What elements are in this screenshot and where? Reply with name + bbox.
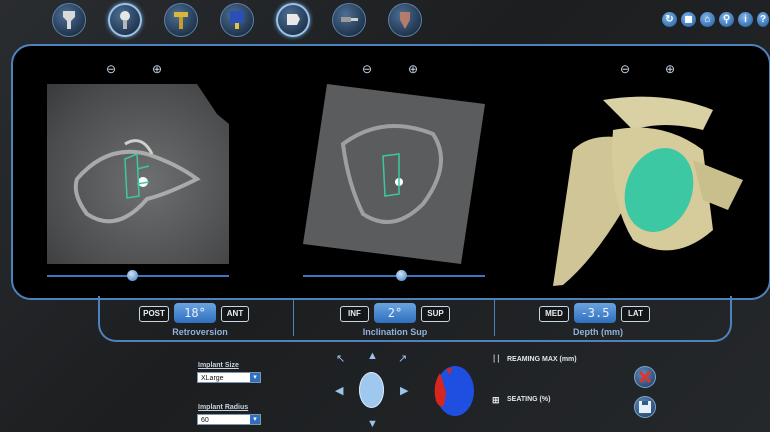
lat-button[interactable]: LAT — [621, 306, 650, 322]
inf-button[interactable]: INF — [340, 306, 369, 322]
info-button[interactable]: i — [738, 12, 753, 27]
coronal-slice-slider-track[interactable] — [303, 275, 485, 277]
camera-icon: ◼ — [684, 14, 693, 25]
reamer-tool-icon — [174, 12, 188, 29]
move-up-arrow-icon[interactable]: ▲ — [367, 350, 378, 362]
implant-size-select[interactable]: XLarge ▾ — [197, 372, 261, 383]
implant-radius-label: Implant Radius — [198, 404, 249, 411]
implant-radius-value: 60 — [201, 417, 209, 424]
reamer-tool-button[interactable] — [164, 3, 198, 37]
retroversion-value: 18° — [174, 303, 216, 323]
save-button[interactable] — [634, 396, 656, 418]
retroversion-label: Retroversion — [172, 327, 228, 337]
inclination-label: Inclination Sup — [362, 327, 428, 337]
seating-label: SEATING (%) — [507, 396, 551, 403]
glenoid-view-tool-icon — [287, 14, 300, 25]
post-button[interactable]: POST — [139, 306, 169, 322]
coronal-zoom-in-button[interactable]: ⊕ — [408, 62, 422, 76]
depth-label: Depth (mm) — [573, 327, 623, 337]
implant-size-value: XLarge — [201, 375, 224, 382]
glenoid-preview-shape — [359, 372, 384, 408]
chevron-down-icon: ▾ — [250, 415, 260, 424]
panel-divider — [293, 300, 294, 336]
chevron-down-icon: ▾ — [250, 373, 260, 382]
rotate-left-up-arrow-icon[interactable]: ↖ — [336, 352, 345, 365]
drill-tool-icon — [341, 17, 358, 22]
axial-slice-slider-thumb[interactable] — [127, 270, 139, 281]
zoom-out-icon: ⊖ — [362, 62, 373, 76]
scapula-3d-model[interactable] — [553, 90, 753, 286]
zoom-in-icon: ⊕ — [152, 62, 163, 76]
zoom-in-icon: ⊕ — [665, 62, 676, 76]
3d-zoom-in-button[interactable]: ⊕ — [665, 62, 679, 76]
seating-map — [434, 366, 474, 416]
rotate-right-up-arrow-icon[interactable]: ↗ — [398, 352, 407, 365]
implant-radius-select[interactable]: 60 ▾ — [197, 414, 261, 425]
shoulder-model-tool-button[interactable] — [388, 3, 422, 37]
refresh-icon: ↻ — [665, 14, 674, 25]
home-button[interactable]: ⌂ — [700, 12, 715, 27]
implant-size-label: Implant Size — [198, 362, 239, 369]
refresh-button[interactable]: ↻ — [662, 12, 677, 27]
help-icon: ? — [759, 14, 767, 25]
implant-position-tool-button[interactable] — [108, 3, 142, 37]
scapula-3d-render — [553, 96, 743, 286]
coronal-slice-slider-thumb[interactable] — [395, 270, 407, 281]
top-toolbar: ↻ ◼ ⌂ ⚲ i ? — [0, 0, 770, 44]
info-icon: i — [744, 14, 747, 25]
image-viewport — [11, 44, 770, 300]
coronal-zoom-out-button[interactable]: ⊖ — [362, 62, 376, 76]
implant-position-tool-icon — [120, 11, 130, 29]
zoom-in-icon: ⊕ — [408, 62, 419, 76]
3d-zoom-out-button[interactable]: ⊖ — [620, 62, 634, 76]
axial-implant-outline — [124, 152, 150, 199]
zoom-out-icon: ⊖ — [106, 62, 117, 76]
zoom-out-icon: ⊖ — [620, 62, 631, 76]
search-icon: ⚲ — [722, 14, 731, 25]
implant-card-tool-icon — [230, 11, 244, 29]
save-icon — [639, 401, 651, 413]
move-right-arrow-icon[interactable]: ▶ — [400, 384, 408, 397]
seating-grid-icon: ⊞ — [492, 395, 500, 405]
axial-zoom-in-button[interactable]: ⊕ — [152, 62, 166, 76]
search-button[interactable]: ⚲ — [719, 12, 734, 27]
axial-zoom-out-button[interactable]: ⊖ — [106, 62, 120, 76]
axial-ct-slice[interactable] — [47, 84, 229, 264]
med-button[interactable]: MED — [539, 306, 569, 322]
implant-card-tool-button[interactable] — [220, 3, 254, 37]
sup-button[interactable]: SUP — [421, 306, 450, 322]
reaming-max-label: REAMING MAX (mm) — [507, 356, 577, 363]
inclination-value: 2° — [374, 303, 416, 323]
camera-button[interactable]: ◼ — [681, 12, 696, 27]
panel-divider — [494, 300, 495, 336]
glenoid-view-tool-button[interactable] — [276, 3, 310, 37]
scapula-tool-button[interactable] — [52, 3, 86, 37]
move-left-arrow-icon[interactable]: ◀ — [335, 384, 343, 397]
reamer-x-icon — [638, 370, 652, 384]
help-button[interactable]: ? — [757, 12, 769, 27]
drill-tool-button[interactable] — [332, 3, 366, 37]
ant-button[interactable]: ANT — [221, 306, 249, 322]
home-icon: ⌂ — [704, 14, 711, 25]
reaming-indicator-icon: ┆┆ — [492, 356, 501, 363]
coronal-ct-slice[interactable] — [303, 84, 485, 264]
scapula-tool-icon — [63, 11, 75, 29]
coronal-implant-outline — [382, 153, 400, 197]
depth-value: -3.5 — [574, 303, 616, 323]
reset-implant-button[interactable] — [634, 366, 656, 388]
shoulder-model-tool-icon — [400, 12, 410, 29]
move-down-arrow-icon[interactable]: ▼ — [367, 418, 378, 430]
